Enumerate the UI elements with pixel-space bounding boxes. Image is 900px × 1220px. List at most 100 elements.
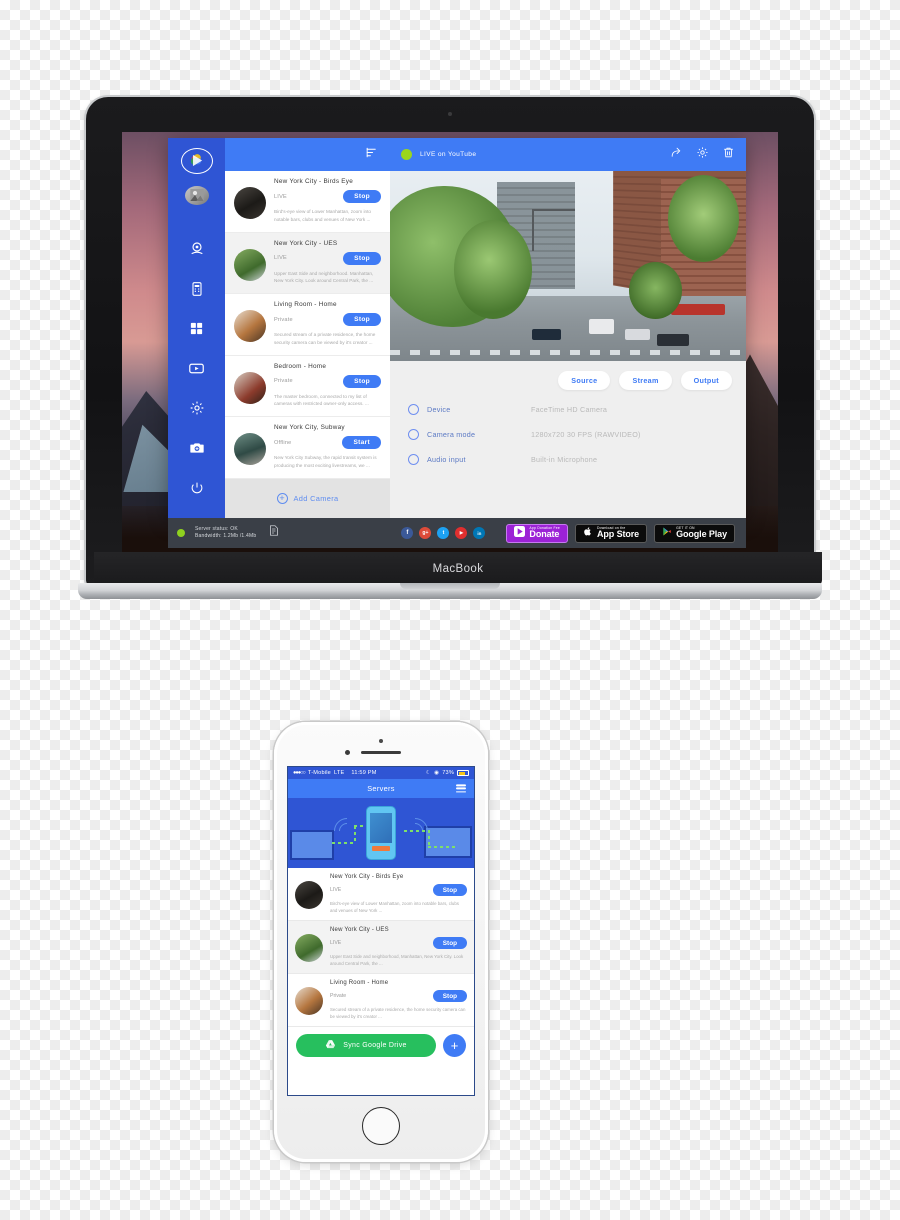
camera-status-row: Private Stop [330,990,467,1003]
donate-badge[interactable]: App Donation Fee Donate [506,523,568,543]
tab-output[interactable]: Output [680,371,732,390]
hero-phone-button [372,846,390,851]
live-status-label: LIVE on YouTube [420,151,477,158]
live-status-dot [401,149,412,160]
camera-list-item[interactable]: Living Room - Home Private Stop Secured … [225,294,390,356]
camera-status-row: LIVE Stop [274,190,381,203]
camera-action-button[interactable]: Stop [432,990,467,1003]
add-server-button[interactable]: + [443,1034,466,1058]
filter-icon[interactable] [365,146,378,164]
power-icon[interactable] [179,473,215,502]
camera-name: New York City - Birds Eye [274,178,354,185]
iphone-camera-item[interactable]: Living Room - Home Private Stop Secured … [288,974,474,1028]
trash-icon[interactable] [722,146,735,164]
settings-row-device[interactable]: Device FaceTime HD Camera [408,404,732,415]
share-icon[interactable] [670,146,683,164]
google-plus-icon[interactable]: g+ [419,527,432,539]
hamburger-menu-icon[interactable] [456,783,466,794]
camera-list-item[interactable]: New York City - UES LIVE Stop Upper East… [225,232,390,294]
google-play-icon [662,524,672,542]
radio-icon[interactable] [408,429,419,440]
sidebar-item-mobile[interactable] [179,275,215,304]
sidebar-item-video[interactable] [179,354,215,383]
iphone-earpiece-speaker [361,751,401,755]
camera-item-body: Living Room - Home Private Stop Secured … [274,301,381,347]
camera-action-button[interactable]: Stop [343,374,381,388]
hero-monitor-right [424,826,472,858]
camera-description: Upper East Side and neighborhood, Manhat… [330,954,464,967]
camera-name: New York City, Subway [274,424,345,431]
camera-list-item[interactable]: New York City - Birds Eye LIVE Stop Bird… [225,171,390,233]
camera-name: New York City - UES [274,239,338,247]
youtube-icon[interactable]: ▶ [455,527,468,539]
setting-label: Device [427,405,451,414]
camera-description: New York City Subway, the rapid transit … [274,455,377,468]
add-camera-button[interactable]: + Add Camera [276,492,339,504]
camera-action-button[interactable]: Stop [343,313,381,326]
macbook-camera-icon [448,112,452,116]
camera-thumbnail [234,187,266,219]
camera-action-button[interactable]: Stop [432,884,467,896]
iphone-home-button[interactable] [362,1107,400,1145]
battery-icon [457,770,469,776]
linkedin-icon[interactable]: in [473,527,486,539]
camera-list-item[interactable]: New York City, Subway Offline Start New … [225,417,390,479]
google-play-badge[interactable]: GET IT ON Google Play [654,523,735,543]
macbook-base-notch [400,583,500,589]
app-store-badge[interactable]: Download on the App Store [574,523,648,543]
camera-action-button[interactable]: Start [342,436,381,449]
video-car [589,319,615,335]
sidebar-item-add-camera[interactable] [179,434,215,463]
tab-stream[interactable]: Stream [619,371,672,390]
setting-value: FaceTime HD Camera [531,405,608,414]
server-status-dot [177,529,185,537]
facebook-icon[interactable]: f [401,527,414,539]
alarm-icon: ◉ [434,770,440,776]
camera-action-button[interactable]: Stop [343,190,381,203]
camera-state: LIVE [274,193,287,200]
camera-action-button[interactable]: Stop [343,251,381,265]
gear-icon[interactable] [696,146,709,164]
video-preview[interactable] [390,171,746,361]
camera-description: Secured stream of a private residence, t… [274,332,376,345]
settings-row-camera-mode[interactable]: Camera mode 1280x720 30 FPS (RAWVIDEO) [408,429,732,440]
iphone-screen: ●●●○○ T-Mobile LTE 11:59 PM ☾ ◉ 73% Serv… [287,766,475,1096]
camera-list-item[interactable]: Bedroom - Home Private Stop The master b… [225,356,390,417]
donate-badge-big: Donate [529,529,560,540]
camera-list-column: New York City - Birds Eye LIVE Stop Bird… [225,138,390,518]
sidebar-item-webcam[interactable] [179,235,215,264]
setting-value: 1280x720 30 FPS (RAWVIDEO) [531,430,641,439]
network-label: LTE [333,770,345,776]
settings-row-audio-input[interactable]: Audio input Built-in Microphone [408,454,732,465]
camera-name: Living Room - Home [330,980,389,987]
app-window: New York City - Birds Eye LIVE Stop Bird… [168,138,746,518]
social-links: f g+ t ▶ in [401,527,486,539]
document-icon[interactable] [268,524,280,542]
camera-thumbnail [295,987,323,1016]
video-tree [667,174,739,263]
sync-google-drive-button[interactable]: Sync Google Drive [296,1034,436,1058]
iphone-front-camera-icon [345,750,350,755]
tab-source[interactable]: Source [558,371,611,390]
play-logo-icon[interactable] [180,148,213,174]
connection-dots [404,830,430,832]
user-avatar-icon[interactable] [184,185,209,206]
twitter-icon[interactable]: t [437,527,450,539]
camera-item-body: New York City - UES LIVE Stop Upper East… [274,240,381,286]
sidebar-item-apps[interactable] [179,314,215,343]
camera-action-button[interactable]: Stop [432,937,467,950]
sidebar-item-settings[interactable] [179,394,215,423]
signal-dots-icon: ●●●○○ [293,770,306,776]
sync-google-drive-label: Sync Google Drive [343,1042,407,1050]
clock-label: 11:59 PM [351,770,377,776]
add-camera-area: + Add Camera [225,478,390,518]
iphone-camera-item[interactable]: New York City - UES LIVE Stop Upper East… [288,921,474,975]
battery-percent-label: 73% [442,770,454,776]
iphone-camera-item[interactable]: New York City - Birds Eye LIVE Stop Bird… [288,868,474,922]
radio-icon[interactable] [408,404,419,415]
radio-icon[interactable] [408,454,419,465]
camera-description: The master bedroom, connected to my list… [274,393,369,407]
video-awning [671,304,725,316]
iphone-camera-body: New York City - UES LIVE Stop Upper East… [330,927,467,967]
iphone-navbar: Servers [288,779,474,798]
